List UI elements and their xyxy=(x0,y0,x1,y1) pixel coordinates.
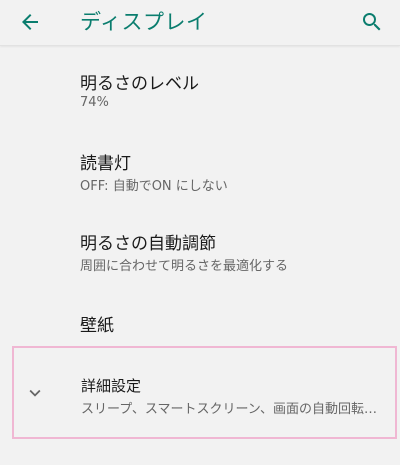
wallpaper-item[interactable]: 壁紙 xyxy=(0,299,400,345)
chevron-down-icon xyxy=(29,389,41,397)
item-summary: 周囲に合わせて明るさを最適化する xyxy=(80,259,289,274)
app-bar: ディスプレイ xyxy=(0,0,400,46)
item-summary: スリープ、スマートスクリーン、画面の自動回転、色、フォントサイズ xyxy=(81,402,383,417)
item-title: 明るさのレベル xyxy=(80,74,199,94)
item-title: 読書灯 xyxy=(80,154,131,174)
item-title: 明るさの自動調節 xyxy=(80,234,216,254)
item-title: 壁紙 xyxy=(80,316,114,336)
night-light-item[interactable]: 読書灯 OFF: 自動でON にしない xyxy=(0,139,400,207)
search-button[interactable] xyxy=(352,3,392,41)
search-icon xyxy=(363,13,381,31)
page-title: ディスプレイ xyxy=(80,10,208,34)
adaptive-brightness-item[interactable]: 明るさの自動調節 周囲に合わせて明るさを最適化する xyxy=(0,219,400,287)
arrow-back-icon xyxy=(22,14,38,30)
brightness-level-item[interactable]: 明るさのレベル 74% xyxy=(0,59,400,127)
display-settings-screen: ディスプレイ 明るさのレベル 74% 読書灯 OFF: 自動でON にしない 明… xyxy=(0,0,400,465)
item-summary: OFF: 自動でON にしない xyxy=(80,179,228,194)
item-summary: 74% xyxy=(80,95,109,110)
back-button[interactable] xyxy=(10,4,50,40)
item-title: 詳細設定 xyxy=(81,377,142,395)
advanced-settings-item[interactable]: 詳細設定 スリープ、スマートスクリーン、画面の自動回転、色、フォントサイズ xyxy=(12,346,397,439)
